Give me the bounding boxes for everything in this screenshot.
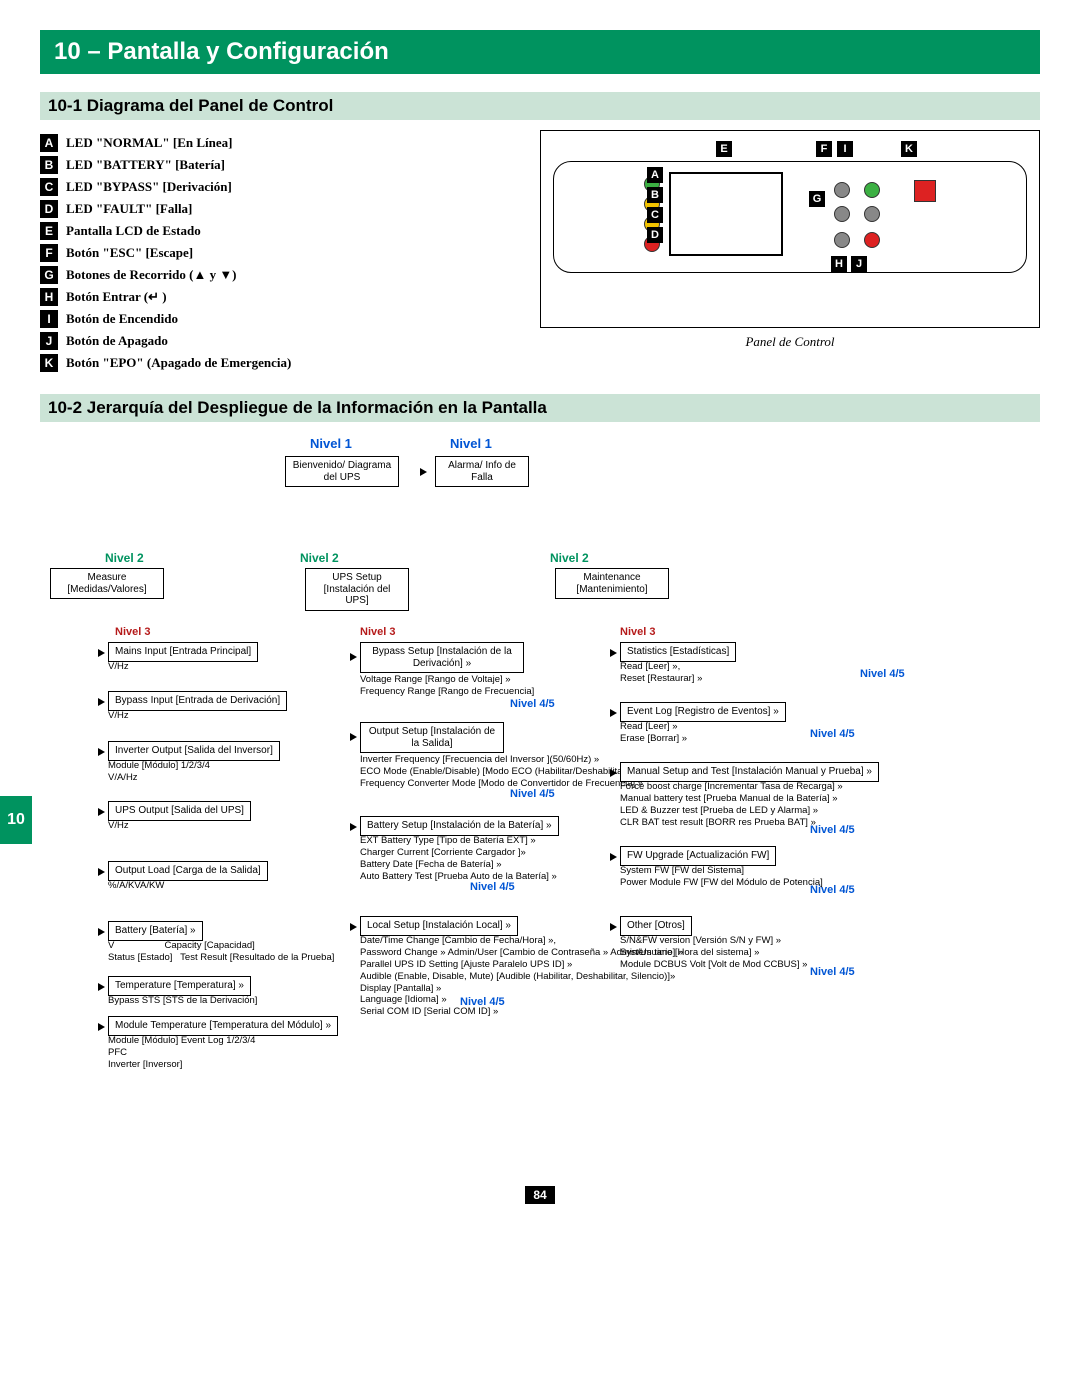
note-stats: Read [Leer] », Reset [Restaurar] » — [620, 661, 702, 685]
box-statistics: Statistics [Estadísticas] — [620, 642, 736, 662]
box-manual-setup: Manual Setup and Test [Instalación Manua… — [620, 762, 879, 782]
lcd-screen — [669, 172, 783, 256]
box-bypass-input: Bypass Input [Entrada de Derivación] — [108, 691, 287, 711]
tag-f: F — [40, 244, 58, 262]
legend-i: Botón de Encendido — [66, 311, 178, 327]
tag-a: A — [40, 134, 58, 152]
note-bypass-setup: Voltage Range [Rango de Voltaje] » Frequ… — [360, 674, 534, 698]
legend-g: Botones de Recorrido (▲ y ▼) — [66, 267, 237, 283]
note-vahz: V/A/Hz — [108, 772, 138, 784]
box-measure: Measure [Medidas/Valores] — [50, 568, 164, 599]
legend-c: LED "BYPASS" [Derivación] — [66, 179, 232, 195]
note-fwupg: System FW [FW del Sistema] Power Module … — [620, 865, 823, 889]
legend-e: Pantalla LCD de Estado — [66, 223, 201, 239]
tag-d: D — [40, 200, 58, 218]
note-module: Module [Módulo] 1/2/3/4 — [108, 760, 210, 772]
nivel45-f: Nivel 4/5 — [810, 728, 855, 740]
nivel3-b: Nivel 3 — [360, 626, 395, 638]
nivel2-c: Nivel 2 — [550, 551, 589, 565]
box-fw-upgrade: FW Upgrade [Actualización FW] — [620, 846, 776, 866]
tag-j: J — [40, 332, 58, 350]
note-pct: %/A/KVA/KW — [108, 880, 164, 892]
box-bypass-setup: Bypass Setup [Instalación de la Derivaci… — [360, 642, 524, 673]
tag-c: C — [40, 178, 58, 196]
note-manual: Force boost charge [Incrementar Tasa de … — [620, 781, 843, 829]
section-10-2-heading: 10-2 Jerarquía del Despliegue de la Info… — [40, 394, 1040, 422]
nivel45-i: Nivel 4/5 — [810, 966, 855, 978]
box-local-setup: Local Setup [Instalación Local] » — [360, 916, 518, 936]
note-bypass-sts: Bypass STS [STS de la Derivación] — [108, 995, 257, 1007]
tag-e: E — [40, 222, 58, 240]
box-inverter-output: Inverter Output [Salida del Inversor] — [108, 741, 280, 761]
nivel45-a: Nivel 4/5 — [510, 698, 555, 710]
box-ups-output: UPS Output [Salida del UPS] — [108, 801, 251, 821]
legend-h: Botón Entrar (↵ ) — [66, 289, 167, 305]
box-output-load: Output Load [Carga de la Salida] — [108, 861, 268, 881]
panel-caption: Panel de Control — [540, 334, 1040, 350]
note-eventlog: Read [Leer] » Erase [Borrar] » — [620, 721, 687, 745]
note-vhz-2: V/Hz — [108, 710, 129, 722]
box-alarm: Alarma/ Info de Falla — [435, 456, 529, 487]
box-battery: Battery [Batería] » — [108, 921, 203, 941]
section-10-1-heading: 10-1 Diagrama del Panel de Control — [40, 92, 1040, 120]
box-other: Other [Otros] — [620, 916, 692, 936]
box-welcome: Bienvenido/ Diagrama del UPS — [285, 456, 399, 487]
note-battery-detail: V Capacity [Capacidad] Status [Estado] T… — [108, 940, 334, 964]
tag-h: H — [40, 288, 58, 306]
box-setup: UPS Setup [Instalación del UPS] — [305, 568, 409, 611]
box-maintenance: Maintenance [Mantenimiento] — [555, 568, 669, 599]
nivel1-label-b: Nivel 1 — [450, 436, 492, 451]
page-number: 84 — [525, 1186, 554, 1204]
legend-f: Botón "ESC" [Escape] — [66, 245, 193, 261]
side-tab: 10 — [0, 796, 32, 844]
nivel45-e: Nivel 4/5 — [860, 668, 905, 680]
tag-k: K — [40, 354, 58, 372]
nivel2-a: Nivel 2 — [105, 551, 144, 565]
legend-list: A LED "NORMAL" [En Línea] B LED "BATTERY" … — [40, 130, 540, 376]
hierarchy-diagram: 10 Nivel 1 Nivel 1 Bienvenido/ Diagrama … — [40, 436, 1040, 1176]
tag-i: I — [40, 310, 58, 328]
box-battery-setup: Battery Setup [Instalación de la Batería… — [360, 816, 559, 836]
nivel45-g: Nivel 4/5 — [810, 824, 855, 836]
tag-b: B — [40, 156, 58, 174]
legend-b: LED "BATTERY" [Batería] — [66, 157, 225, 173]
note-other: S/N&FW version [Versión S/N y FW] » Syst… — [620, 935, 807, 971]
box-temperature: Temperature [Temperatura] » — [108, 976, 251, 996]
note-output-setup: Inverter Frequency [Frecuencia del Inver… — [360, 754, 643, 790]
box-mains: Mains Input [Entrada Principal] — [108, 642, 258, 662]
nivel45-d: Nivel 4/5 — [460, 996, 505, 1008]
nivel45-h: Nivel 4/5 — [810, 884, 855, 896]
note-battery-setup: EXT Battery Type [Tipo de Batería EXT] »… — [360, 835, 557, 883]
box-output-setup: Output Setup [Instalación de la Salida] — [360, 722, 504, 753]
note-vhz-1: V/Hz — [108, 661, 129, 673]
nivel3-a: Nivel 3 — [115, 626, 150, 638]
nivel2-b: Nivel 2 — [300, 551, 339, 565]
legend-j: Botón de Apagado — [66, 333, 168, 349]
nivel1-label: Nivel 1 — [310, 436, 352, 451]
tag-g: G — [40, 266, 58, 284]
note-vhz-3: V/Hz — [108, 820, 129, 832]
legend-k: Botón "EPO" (Apagado de Emergencia) — [66, 355, 291, 371]
box-module-temp: Module Temperature [Temperatura del Módu… — [108, 1016, 338, 1036]
page-title: 10 – Pantalla y Configuración — [40, 30, 1040, 74]
panel-figure: A B C D E F I G K H J Panel de Control — [540, 130, 1040, 376]
box-event-log: Event Log [Registro de Eventos] » — [620, 702, 786, 722]
nivel3-c: Nivel 3 — [620, 626, 655, 638]
legend-d: LED "FAULT" [Falla] — [66, 201, 192, 217]
nivel45-b: Nivel 4/5 — [510, 788, 555, 800]
nivel45-c: Nivel 4/5 — [470, 881, 515, 893]
legend-a: LED "NORMAL" [En Línea] — [66, 135, 232, 151]
note-modtemp-detail: Module [Módulo] Event Log 1/2/3/4 PFC In… — [108, 1035, 255, 1071]
